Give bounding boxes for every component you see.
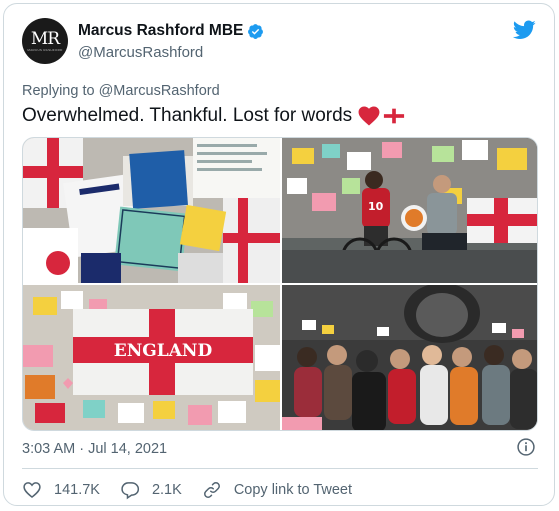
england-flag-emoji-icon bbox=[384, 108, 405, 124]
link-icon bbox=[203, 482, 220, 498]
avatar-small-text: MARCUS RASHFORD bbox=[27, 48, 63, 52]
like-button[interactable]: 141.7K bbox=[22, 480, 100, 500]
photo-3[interactable]: ENGLAND bbox=[23, 285, 280, 430]
copy-link-button[interactable]: Copy link to Tweet bbox=[202, 480, 352, 500]
photo-3-flag: ENGLAND bbox=[23, 285, 280, 430]
reply-button[interactable]: 2.1K bbox=[120, 480, 182, 500]
avatar[interactable]: MR MARCUS RASHFORD bbox=[22, 18, 68, 64]
photo-1-collage bbox=[23, 138, 280, 283]
reply-bubble-icon bbox=[121, 482, 140, 500]
reply-count: 2.1K bbox=[151, 482, 182, 498]
copy-link-label: Copy link to Tweet bbox=[233, 482, 353, 498]
reply-prefix: Replying to bbox=[22, 83, 95, 99]
photo-4-crowd bbox=[282, 285, 537, 430]
divider bbox=[22, 468, 538, 469]
tweet-text-body: Overwhelmed. Thankful. Lost for words bbox=[22, 105, 353, 126]
shirt-number: 10 bbox=[368, 200, 384, 213]
author-handle[interactable]: @MarcusRashford bbox=[78, 44, 203, 61]
photo-2[interactable]: 10 bbox=[282, 138, 537, 283]
action-bar: 141.7K 2.1K Copy link to Tweet bbox=[22, 480, 372, 500]
england-banner-text: ENGLAND bbox=[114, 341, 213, 361]
verified-badge-icon bbox=[248, 23, 264, 39]
display-name[interactable]: Marcus Rashford MBE bbox=[78, 22, 264, 40]
display-name-text: Marcus Rashford MBE bbox=[78, 22, 244, 39]
photo-2-scene: 10 bbox=[282, 138, 537, 283]
reply-context: Replying to @MarcusRashford bbox=[22, 83, 220, 99]
photo-grid: 10 ENGLAND bbox=[22, 137, 538, 431]
heart-outline-icon bbox=[23, 482, 41, 499]
red-heart-emoji-icon bbox=[358, 106, 380, 126]
tweet-timestamp[interactable]: 3:03 AM · Jul 14, 2021 bbox=[22, 441, 167, 457]
reply-mention-link[interactable]: @MarcusRashford bbox=[99, 83, 220, 99]
tweet-card: MR MARCUS RASHFORD Marcus Rashford MBE @… bbox=[3, 3, 555, 506]
info-icon[interactable] bbox=[516, 437, 536, 457]
twitter-bird-icon[interactable] bbox=[513, 20, 536, 40]
avatar-monogram: MR bbox=[30, 29, 60, 49]
photo-4[interactable] bbox=[282, 285, 537, 430]
like-count: 141.7K bbox=[54, 482, 100, 498]
tweet-text: Overwhelmed. Thankful. Lost for words bbox=[22, 105, 405, 127]
photo-1[interactable] bbox=[23, 138, 280, 283]
